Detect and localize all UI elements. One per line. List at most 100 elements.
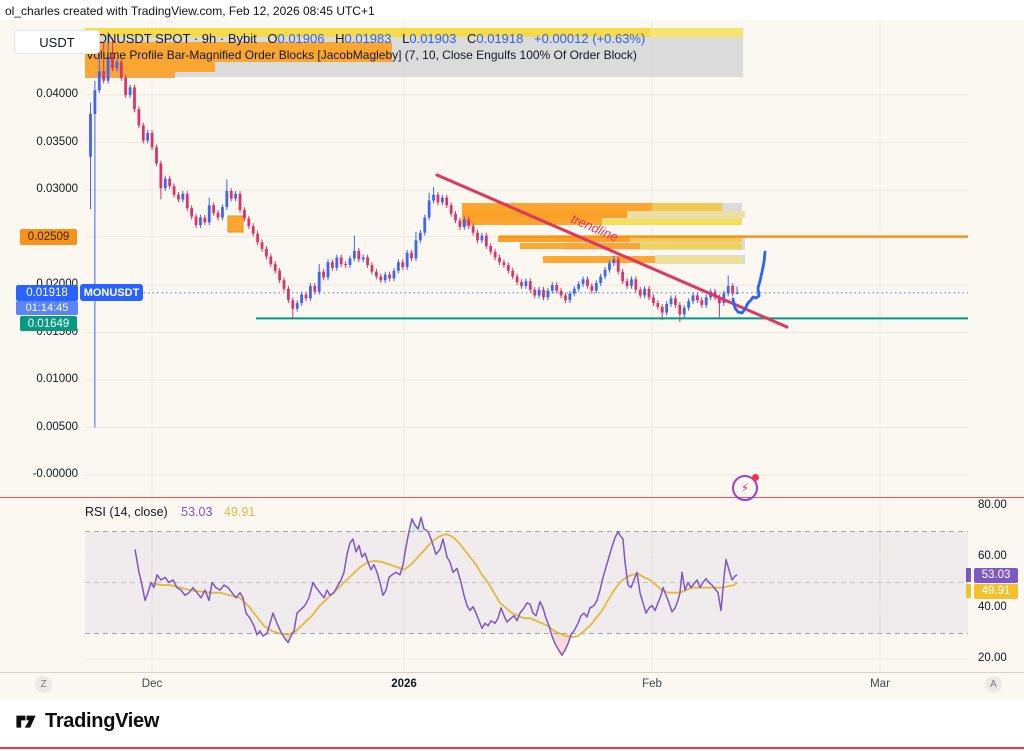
candle-body <box>573 289 576 294</box>
candle-body <box>234 194 237 199</box>
time-axis-label[interactable]: Mar <box>870 678 890 690</box>
candle-body <box>247 219 250 227</box>
candle-body <box>582 279 585 284</box>
rsi-badge-purple: 53.03 <box>974 568 1018 583</box>
low-value: 0.01903 <box>409 31 456 46</box>
candle-body <box>656 303 659 307</box>
candle-body <box>489 246 492 252</box>
time-axis-label[interactable]: Dec <box>142 678 162 690</box>
candle-body <box>525 281 528 286</box>
candle-body <box>159 163 162 188</box>
candle-body <box>564 295 567 300</box>
candle-body <box>428 200 431 217</box>
tradingview-logo-text: TradingView <box>45 710 159 733</box>
candle-body <box>331 262 334 268</box>
tradingview-logo[interactable]: TradingView <box>14 709 159 733</box>
candle-body <box>687 301 690 308</box>
flash-boost-icon[interactable]: ⚡ <box>732 475 758 501</box>
order-block <box>652 203 722 211</box>
candle-body <box>375 272 378 277</box>
candle-body <box>199 218 202 226</box>
candle-body <box>406 253 409 267</box>
candle-body <box>357 251 360 260</box>
candle-body <box>463 219 466 227</box>
candle-body <box>661 307 664 313</box>
candle-body <box>494 252 497 258</box>
candle-body <box>472 226 475 233</box>
rsi-axis-tick-purple <box>966 568 971 582</box>
order-block <box>462 203 652 211</box>
candle-body <box>674 298 677 305</box>
candle-body <box>243 210 246 219</box>
candle-body <box>432 195 435 201</box>
price-axis-label[interactable]: 0.03000 <box>0 183 78 195</box>
candle-body <box>621 272 624 282</box>
time-axis-chip-a[interactable]: A <box>985 676 1002 693</box>
candle-body <box>230 191 233 199</box>
price-axis-label[interactable]: 0.00500 <box>0 421 78 433</box>
candle-body <box>313 286 316 292</box>
candle-body <box>362 257 365 259</box>
pane-separator-line[interactable] <box>0 497 1024 498</box>
candle-body <box>353 251 356 259</box>
high-label: H <box>335 31 344 46</box>
rsi-axis-label[interactable]: 20.00 <box>978 652 1007 664</box>
rsi-axis-label[interactable]: 80.00 <box>978 499 1007 511</box>
candle-body <box>217 213 220 218</box>
notification-dot <box>752 474 759 481</box>
time-axis-chip-z[interactable]: Z <box>35 676 52 693</box>
candle-body <box>577 284 580 289</box>
open-label: O <box>267 31 277 46</box>
candle-body <box>397 262 400 271</box>
order-block <box>655 256 742 263</box>
candle-body <box>115 62 118 69</box>
candle-body <box>203 218 206 223</box>
symbol-legend[interactable]: MONUSDT SPOT · 9h · Bybit O0.01906 H0.01… <box>86 31 645 46</box>
candle-body <box>177 195 180 200</box>
rsi-params: (14, close) <box>109 505 167 519</box>
price-axis-label[interactable]: 0.01000 <box>0 373 78 385</box>
candle-body <box>459 220 462 227</box>
candle-body <box>327 262 330 277</box>
candle-body <box>300 295 303 304</box>
candle-body <box>520 282 523 286</box>
candle-body <box>129 87 132 95</box>
order-block <box>627 211 745 218</box>
tradingview-logo-icon <box>14 709 38 733</box>
candle-body <box>683 308 686 315</box>
candle-body <box>511 271 514 277</box>
candle-body <box>168 179 171 187</box>
price-axis-label[interactable]: 0.03500 <box>0 136 78 148</box>
candle-body <box>507 265 510 271</box>
candle-body <box>700 300 703 305</box>
candle-body <box>287 289 290 300</box>
rsi-axis-label[interactable]: 60.00 <box>978 550 1007 562</box>
candle-body <box>516 276 519 282</box>
time-axis-label[interactable]: Feb <box>642 678 662 690</box>
candle-body <box>379 276 382 280</box>
price-axis-label[interactable]: -0.00000 <box>0 468 78 480</box>
candle-body <box>617 259 620 271</box>
candle-body <box>441 198 444 203</box>
indicator-legend[interactable]: Volume Profile Bar-Magnified Order Block… <box>86 48 637 62</box>
candle-body <box>467 219 470 226</box>
candle-body <box>595 283 598 291</box>
candle-body <box>181 194 184 200</box>
candle-body <box>384 275 387 281</box>
candle-body <box>393 271 396 279</box>
time-axis-label[interactable]: 2026 <box>391 678 417 690</box>
open-value: 0.01906 <box>277 31 324 46</box>
price-axis-label[interactable]: 0.04000 <box>0 88 78 100</box>
candle-body <box>692 295 695 301</box>
candle-body <box>335 257 338 267</box>
candle-body <box>89 114 92 157</box>
rsi-legend[interactable]: RSI (14, close) 53.03 49.91 <box>85 505 255 519</box>
candle-body <box>190 208 193 217</box>
candle-body <box>133 87 136 109</box>
candle-body <box>555 285 558 291</box>
candle-body <box>102 71 105 81</box>
candle-body <box>173 186 176 195</box>
symbol-price-tag[interactable]: MONUSDT <box>80 284 143 301</box>
rsi-axis-label[interactable]: 40.00 <box>978 601 1007 613</box>
currency-toggle-button[interactable]: USDT <box>14 30 100 54</box>
